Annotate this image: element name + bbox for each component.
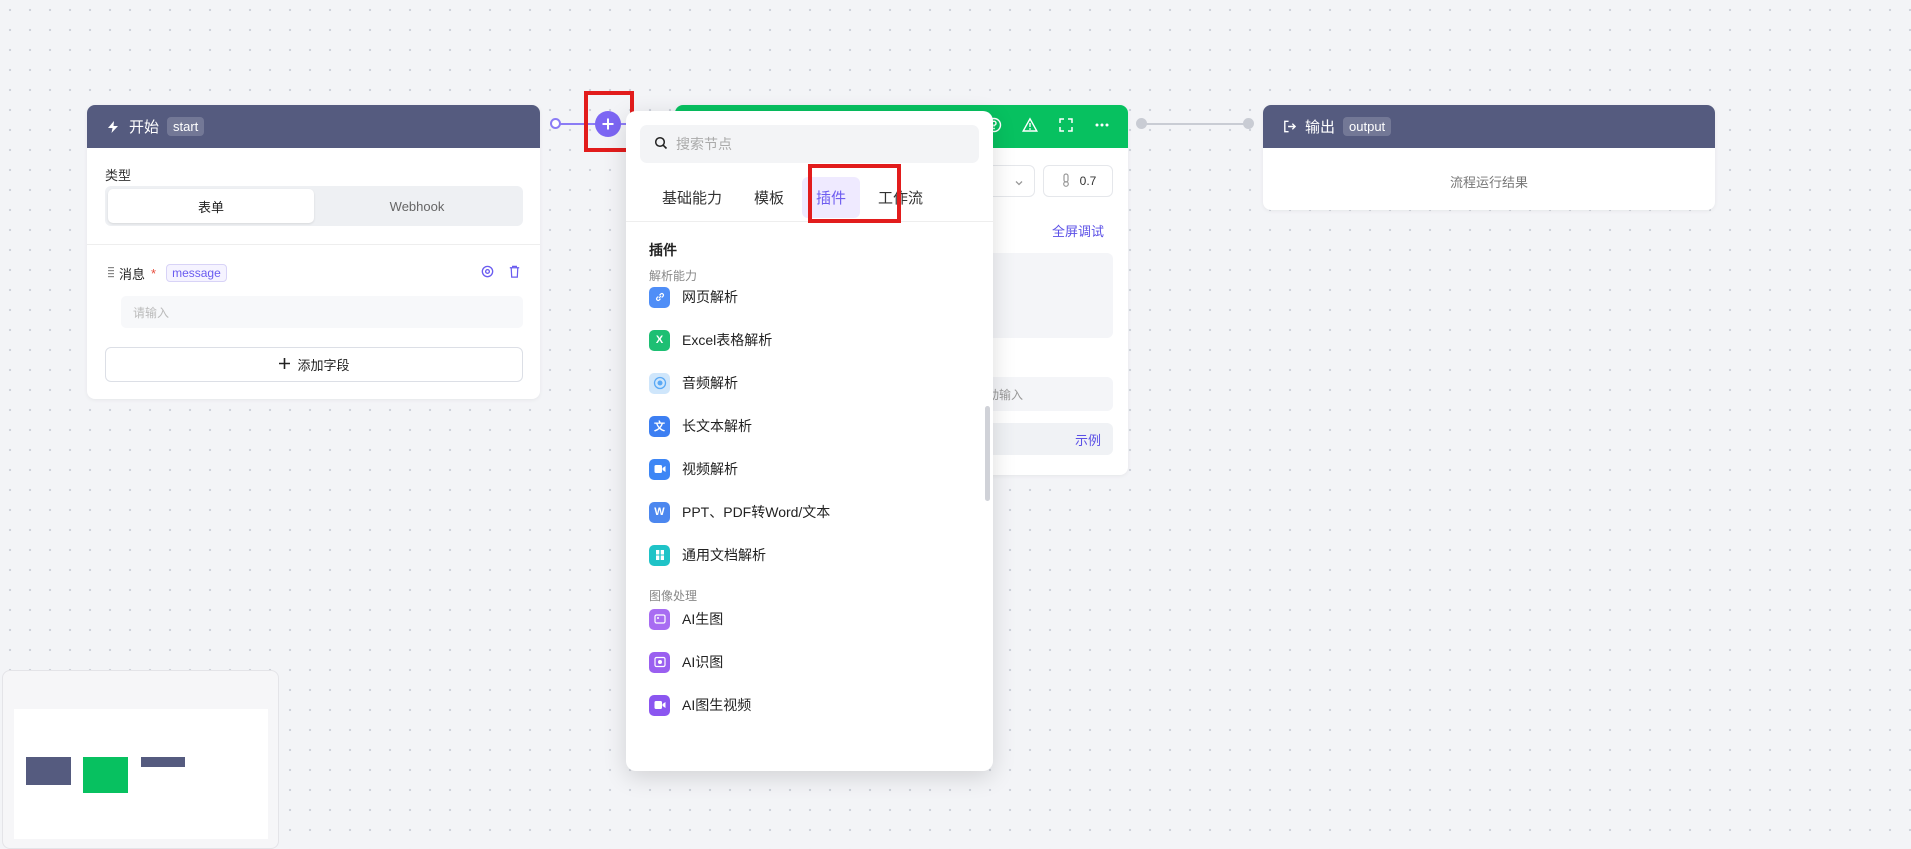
tab-template[interactable]: 模板 <box>740 177 798 218</box>
connector-port-mid[interactable] <box>1136 118 1147 129</box>
popup-scrollbar[interactable] <box>985 406 990 501</box>
plugin-item-label: PPT、PDF转Word/文本 <box>682 504 831 520</box>
minimap[interactable] <box>2 670 279 849</box>
search-placeholder: 搜索节点 <box>676 136 732 152</box>
temperature-control[interactable]: 0.7 <box>1043 165 1113 197</box>
field-variable-badge: message <box>166 264 227 282</box>
start-node-tag: start <box>167 117 205 136</box>
plugin-item-label: 网页解析 <box>682 289 738 305</box>
plugin-item-label: Excel表格解析 <box>682 332 773 348</box>
drag-handle-icon[interactable] <box>107 266 115 281</box>
video-icon <box>649 458 670 480</box>
minimap-viewport <box>14 709 268 839</box>
ai-image-gen-icon <box>649 608 670 630</box>
plugin-item-audio-parse[interactable]: 音频解析 <box>649 368 738 398</box>
plugin-item-label: AI生图 <box>682 611 724 627</box>
add-field-button[interactable]: 添加字段 <box>105 347 523 382</box>
output-result-text: 流程运行结果 <box>1449 175 1528 190</box>
plugin-item-web-parse[interactable]: 网页解析 <box>649 282 738 312</box>
type-option-webhook[interactable]: Webhook <box>314 189 520 223</box>
plugin-item-label: AI识图 <box>682 654 724 670</box>
thermometer-icon <box>1060 172 1072 190</box>
gear-icon[interactable] <box>480 264 495 282</box>
divider <box>87 244 540 245</box>
fullscreen-debug-link[interactable]: 全屏调试 <box>1052 221 1104 240</box>
node-search-input[interactable]: 搜索节点 <box>640 125 979 163</box>
word-convert-icon: W <box>649 501 670 523</box>
plugin-section-title: 插件 <box>649 242 677 258</box>
chevron-down-icon <box>1014 175 1024 193</box>
add-field-label: 添加字段 <box>297 358 350 373</box>
ai-image-recognition-icon <box>649 651 670 673</box>
plugin-item-label: 视频解析 <box>682 461 738 477</box>
required-mark: * <box>151 265 157 281</box>
link-icon <box>649 286 670 308</box>
start-node-title: 开始 <box>129 119 160 136</box>
long-text-icon: 文 <box>649 415 670 437</box>
warning-icon[interactable] <box>1022 116 1038 137</box>
plus-icon <box>278 357 291 373</box>
connector-port-output[interactable] <box>1243 118 1254 129</box>
excel-icon: X <box>649 329 670 351</box>
plugin-item-ai-image-gen[interactable]: AI生图 <box>649 604 723 634</box>
plugin-item-ai-image-recognition[interactable]: AI识图 <box>649 647 723 677</box>
document-icon <box>649 544 670 566</box>
minimap-start-node <box>26 757 71 785</box>
logout-icon <box>1281 119 1297 135</box>
plugin-item-label: 长文本解析 <box>682 418 752 434</box>
audio-icon <box>649 372 670 394</box>
output-node-title: 输出 <box>1305 119 1336 136</box>
plugin-item-label: AI图生视频 <box>682 697 752 713</box>
highlight-box-plugin-tab <box>808 164 901 223</box>
tab-basic[interactable]: 基础能力 <box>648 177 736 218</box>
connector-mid-output <box>1143 123 1249 125</box>
lightning-icon <box>105 119 121 135</box>
plugin-item-ai-image-to-video[interactable]: AI图生视频 <box>649 690 751 720</box>
ai-image-to-video-icon <box>649 694 670 716</box>
field-row-message: 消息 * message <box>107 263 522 283</box>
field-label: 消息 <box>119 266 146 282</box>
plugin-item-label: 音频解析 <box>682 375 738 391</box>
plugin-item-document-parse[interactable]: 通用文档解析 <box>649 540 766 570</box>
minimap-output-node <box>141 757 185 767</box>
plugin-item-long-text-parse[interactable]: 文 长文本解析 <box>649 411 752 441</box>
type-label: 类型 <box>105 168 132 183</box>
plugin-item-ppt-pdf-convert[interactable]: W PPT、PDF转Word/文本 <box>649 497 830 527</box>
plugin-item-excel-parse[interactable]: X Excel表格解析 <box>649 325 772 355</box>
more-icon[interactable] <box>1094 117 1110 137</box>
search-icon <box>654 136 668 153</box>
fullscreen-icon[interactable] <box>1058 117 1074 137</box>
output-node[interactable]: 输出 output 流程运行结果 <box>1263 105 1715 210</box>
connector-port-start[interactable] <box>550 118 561 129</box>
trash-icon[interactable] <box>507 264 522 282</box>
temperature-value: 0.7 <box>1079 174 1097 188</box>
output-node-header: 输出 output <box>1263 105 1715 148</box>
plugin-item-video-parse[interactable]: 视频解析 <box>649 454 738 484</box>
example-button[interactable]: 示例 <box>975 423 1113 455</box>
output-node-tag: output <box>1343 117 1392 136</box>
type-option-form[interactable]: 表单 <box>108 189 314 223</box>
plugin-list: 插件 解析能力 网页解析 X Excel表格解析 音频解析 文 长文本解析 视频… <box>626 223 993 771</box>
plugin-item-label: 通用文档解析 <box>682 547 766 563</box>
type-segmented-control: 表单 Webhook <box>105 186 523 226</box>
start-node[interactable]: 开始 start 类型 表单 Webhook 消息 * message 请输入 … <box>87 105 540 399</box>
minimap-llm-node <box>83 757 128 793</box>
message-input[interactable]: 请输入 <box>121 296 523 328</box>
start-node-header: 开始 start <box>87 105 540 148</box>
manual-input-field[interactable]: 动输入 <box>975 377 1113 411</box>
prompt-textarea[interactable] <box>975 253 1113 338</box>
group-title-image: 图像处理 <box>649 589 698 603</box>
